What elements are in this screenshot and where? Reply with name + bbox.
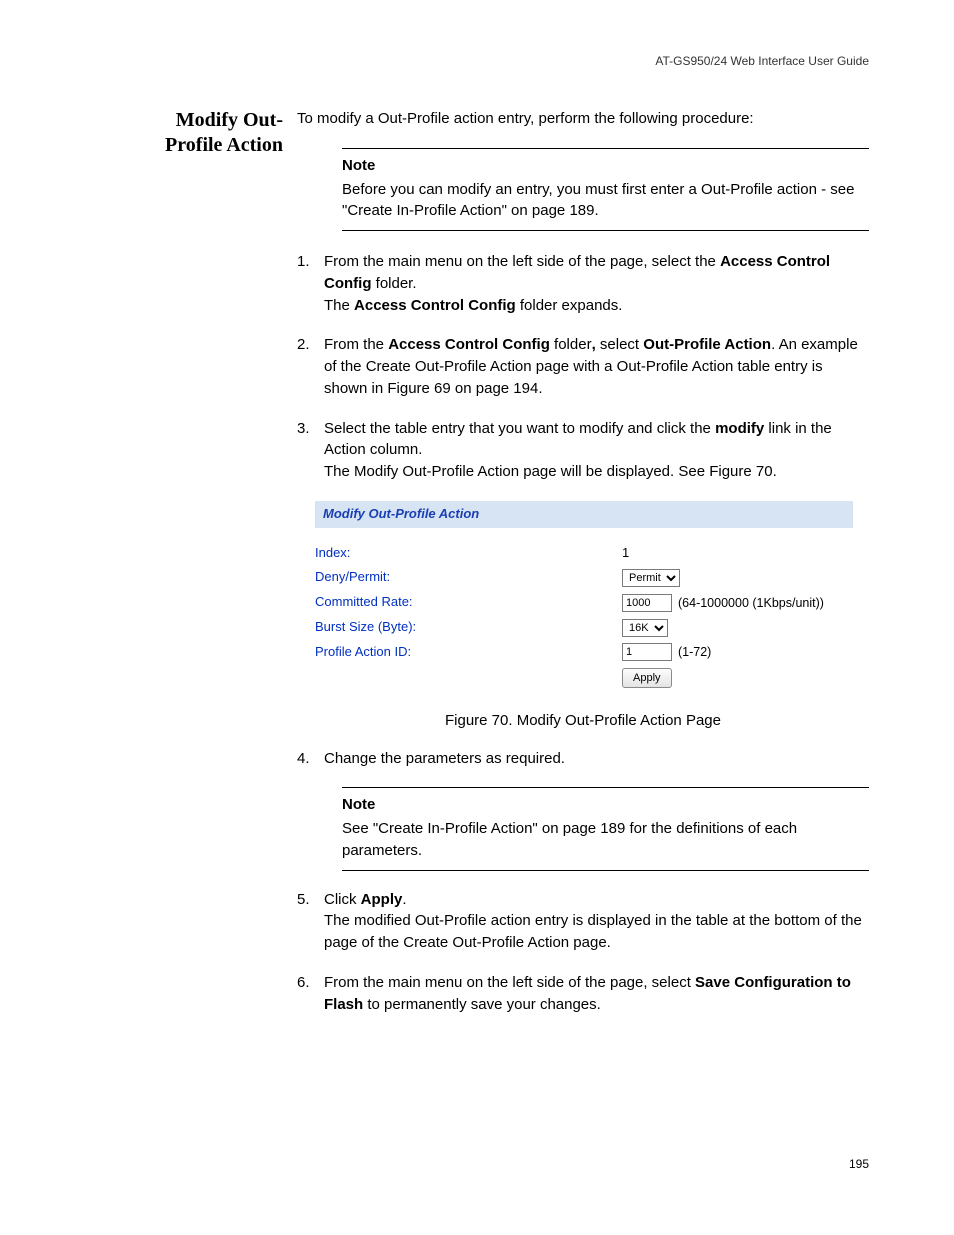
step1-text-f: folder expands. — [516, 297, 623, 314]
hint-profile-action-id: (1-72) — [678, 643, 711, 661]
note2-body: See "Create In-Profile Action" on page 1… — [342, 818, 869, 862]
step2-bold-b: Access Control Config — [388, 336, 550, 353]
step-2: From the Access Control Config folder, s… — [297, 334, 869, 399]
step1-bold-e: Access Control Config — [354, 297, 516, 314]
note-title: Note — [342, 155, 869, 177]
step-3: Select the table entry that you want to … — [297, 418, 869, 483]
step2-bold-e: Out-Profile Action — [643, 336, 771, 353]
note2-title: Note — [342, 794, 869, 816]
step5-text-d: The modified Out-Profile action entry is… — [324, 912, 862, 951]
step-1: From the main menu on the left side of t… — [297, 251, 869, 316]
row-index: Index: 1 — [315, 544, 853, 563]
procedure-steps: From the main menu on the left side of t… — [297, 251, 869, 483]
step5-bold-b: Apply — [361, 891, 403, 908]
label-burst-size: Burst Size (Byte): — [315, 618, 622, 637]
heading-line2: Profile Action — [165, 134, 283, 156]
step2-text-a: From the — [324, 336, 388, 353]
form-table: Index: 1 Deny/Permit: Permit Committed R… — [315, 544, 853, 688]
label-index: Index: — [315, 544, 622, 563]
input-profile-action-id[interactable] — [622, 643, 672, 661]
section-heading: Modify Out- Profile Action — [147, 108, 297, 158]
figure-title-bar: Modify Out-Profile Action — [315, 501, 853, 528]
step5-text-a: Click — [324, 891, 361, 908]
figure-70: Modify Out-Profile Action Index: 1 Deny/… — [315, 501, 869, 688]
step6-text-c: to permanently save your changes. — [363, 996, 601, 1013]
row-profile-action-id: Profile Action ID: (1-72) — [315, 643, 853, 662]
step-5: Click Apply. The modified Out-Profile ac… — [297, 889, 869, 954]
heading-line1: Modify Out- — [176, 109, 283, 131]
row-apply: Apply — [315, 668, 853, 688]
apply-button[interactable]: Apply — [622, 668, 672, 688]
step-4: Change the parameters as required. Note … — [297, 748, 869, 871]
label-committed-rate: Committed Rate: — [315, 593, 622, 612]
page-content: Modify Out- Profile Action To modify a O… — [0, 108, 954, 1033]
input-committed-rate[interactable] — [622, 594, 672, 612]
note-body: Before you can modify an entry, you must… — [342, 179, 869, 223]
procedure-steps-cont: Change the parameters as required. Note … — [297, 748, 869, 1016]
step3-bold-b: modify — [715, 420, 764, 437]
row-burst-size: Burst Size (Byte): 16K — [315, 618, 853, 637]
step2-text-d: select — [596, 336, 644, 353]
page-header: AT-GS950/24 Web Interface User Guide — [655, 53, 869, 70]
step2-text-c: folder — [550, 336, 592, 353]
intro-text: To modify a Out-Profile action entry, pe… — [297, 108, 869, 130]
step-6: From the main menu on the left side of t… — [297, 972, 869, 1016]
row-committed-rate: Committed Rate: (64-1000000 (1Kbps/unit)… — [315, 593, 853, 612]
select-deny-permit[interactable]: Permit — [622, 569, 680, 587]
step4-text: Change the parameters as required. — [324, 750, 565, 767]
step3-text-d: The Modify Out-Profile Action page will … — [324, 463, 777, 480]
step3-text-a: Select the table entry that you want to … — [324, 420, 715, 437]
hint-committed-rate: (64-1000000 (1Kbps/unit)) — [678, 594, 824, 612]
row-deny-permit: Deny/Permit: Permit — [315, 568, 853, 587]
page-number: 195 — [849, 1156, 869, 1173]
step1-text-c: folder. — [371, 275, 416, 292]
step6-text-a: From the main menu on the left side of t… — [324, 974, 695, 991]
label-profile-action-id: Profile Action ID: — [315, 643, 622, 662]
note-box-1: Note Before you can modify an entry, you… — [342, 148, 869, 231]
figure-caption: Figure 70. Modify Out-Profile Action Pag… — [297, 710, 869, 732]
step1-text-a: From the main menu on the left side of t… — [324, 253, 720, 270]
value-index: 1 — [622, 544, 629, 563]
step1-text-d: The — [324, 297, 354, 314]
note-box-2: Note See "Create In-Profile Action" on p… — [342, 787, 869, 870]
step5-text-c: . — [402, 891, 406, 908]
label-deny-permit: Deny/Permit: — [315, 568, 622, 587]
select-burst-size[interactable]: 16K — [622, 619, 668, 637]
